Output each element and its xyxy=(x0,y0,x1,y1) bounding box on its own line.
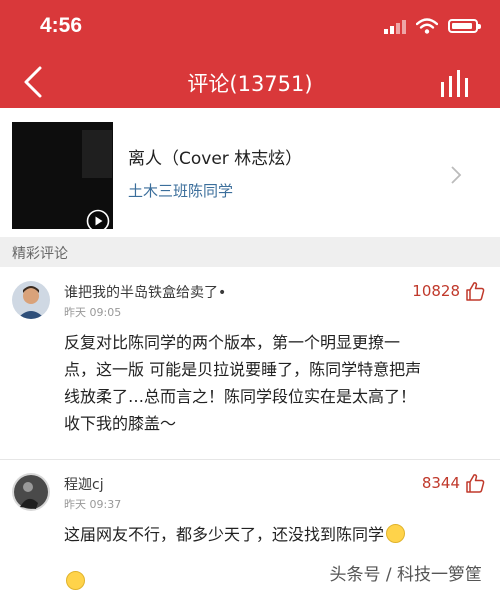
comment-line: 这届网友不行，都多少天了，还没找到陈同学 xyxy=(64,525,385,544)
comment-time: 昨天 09:37 xyxy=(64,498,122,511)
thumbs-up-icon[interactable] xyxy=(464,280,486,302)
song-title: 离人（Cover 林志炫） xyxy=(128,149,303,169)
comment-line: 点，这一版 可能是贝拉说要睡了，陈同学特意把声 xyxy=(64,360,422,379)
avatar[interactable] xyxy=(12,473,50,511)
song-artist-link[interactable]: 土木三班陈同学 xyxy=(128,180,233,201)
status-time: 4:56 xyxy=(40,14,83,37)
comment-time: 昨天 09:05 xyxy=(64,306,122,319)
video-thumbnail[interactable] xyxy=(12,122,113,229)
wifi-icon xyxy=(416,18,438,34)
avatar[interactable] xyxy=(12,281,50,319)
comment-text: 这届网友不行，都多少天了，还没找到陈同学 xyxy=(64,521,464,548)
comment-line: 收下我的膝盖～ xyxy=(64,414,177,433)
battery-icon xyxy=(448,19,481,33)
song-card[interactable]: 离人（Cover 林志炫） 土木三班陈同学 xyxy=(0,108,500,237)
thumbs-up-icon[interactable] xyxy=(464,472,486,494)
comment-text: 反复对比陈同学的两个版本，第一个明显更撩一 点，这一版 可能是贝拉说要睡了，陈同… xyxy=(64,329,464,437)
play-icon[interactable] xyxy=(86,209,110,229)
watermark: 头条号 / 科技一箩筐 xyxy=(329,565,482,585)
page-title: 评论(13751) xyxy=(187,72,313,96)
header-bar: 4:56 评论(13751) xyxy=(0,0,500,108)
comment-line: 线放柔了…总而言之！陈同学段位实在是太高了！ xyxy=(64,387,417,406)
status-icons xyxy=(384,18,481,34)
comment-username[interactable]: 谁把我的半岛铁盒给卖了• xyxy=(64,282,226,302)
comment-username[interactable]: 程迦cj xyxy=(64,474,104,494)
chevron-right-icon[interactable] xyxy=(448,163,464,187)
comment-line: 反复对比陈同学的两个版本，第一个明显更撩一 xyxy=(64,333,401,352)
like-count: 10828 xyxy=(412,282,460,300)
comment-item: 谁把我的半岛铁盒给卖了• 昨天 09:05 10828 反复对比陈同学的两个版本… xyxy=(0,267,500,459)
bar-chart-icon[interactable] xyxy=(440,68,472,98)
emoji-icon xyxy=(386,524,406,543)
like-count: 8344 xyxy=(421,474,460,492)
emoji-line xyxy=(64,571,85,591)
emoji-icon xyxy=(66,571,85,590)
section-label: 精彩评论 xyxy=(12,246,68,262)
section-header: 精彩评论 xyxy=(0,237,500,267)
signal-icon xyxy=(384,18,406,34)
